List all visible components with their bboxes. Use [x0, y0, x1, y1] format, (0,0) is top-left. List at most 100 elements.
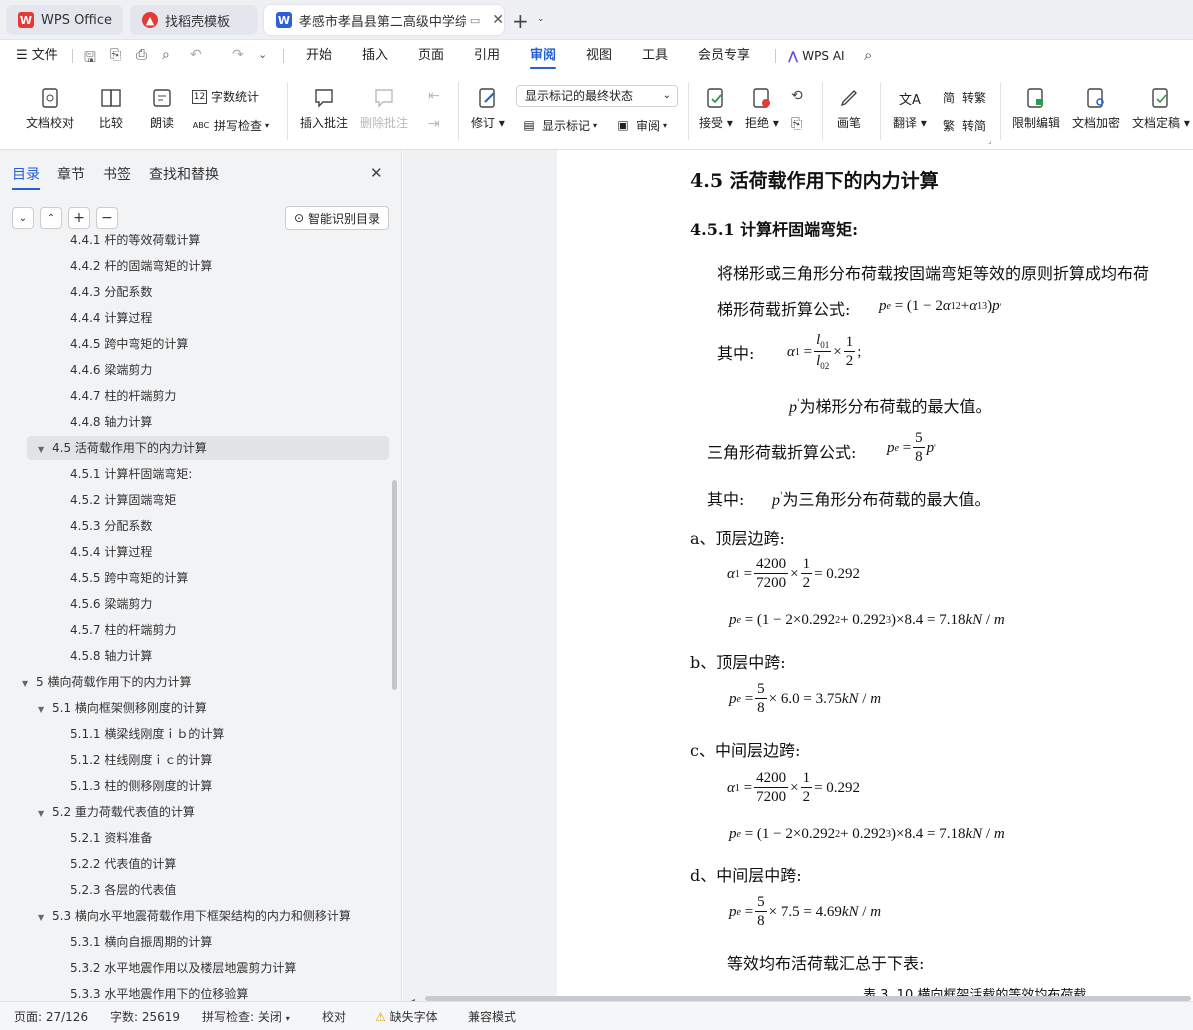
- translate-button[interactable]: 文A 翻译 ▾: [893, 86, 927, 131]
- toc-scrollbar[interactable]: [392, 480, 397, 690]
- tab-docer-templates[interactable]: ▲ 找稻壳模板: [130, 5, 258, 35]
- menu-home[interactable]: 开始: [306, 40, 332, 72]
- smart-toc-button[interactable]: ⊙ 智能识别目录: [285, 206, 389, 230]
- toc-item[interactable]: ▼ 5.1 横向框架侧移刚度的计算: [38, 696, 207, 720]
- menu-tools[interactable]: 工具: [642, 40, 668, 72]
- collapse-level-button[interactable]: ⌄: [12, 207, 34, 229]
- toc-item[interactable]: ▼ 5.2 重力荷载代表值的计算: [38, 800, 195, 824]
- show-markup-button[interactable]: ▤ 显示标记 ▾: [520, 116, 597, 134]
- previous-change-icon[interactable]: ⟲: [791, 88, 803, 104]
- delete-comment-button[interactable]: 删除批注: [360, 86, 408, 131]
- previous-comment-icon[interactable]: ⇤: [428, 88, 440, 104]
- compare-button[interactable]: 比较: [99, 86, 123, 131]
- next-change-icon[interactable]: ⎘: [791, 116, 802, 132]
- undo-icon[interactable]: ↶: [190, 47, 202, 63]
- toc-item[interactable]: 4.4.4 计算过程: [70, 306, 152, 330]
- search-icon[interactable]: ⌕: [864, 46, 872, 64]
- toc-item[interactable]: 5.3.1 横向自振周期的计算: [70, 930, 212, 954]
- spell-check-status[interactable]: 拼写检查: 关闭 ▾: [202, 1008, 290, 1025]
- toc-item[interactable]: 4.4.8 轴力计算: [70, 410, 152, 434]
- toc-item[interactable]: 5.1.1 横梁线刚度ｉｂ的计算: [70, 722, 224, 746]
- word-count-indicator[interactable]: 字数: 25619: [110, 1008, 180, 1025]
- toc-item[interactable]: 4.4.1 杆的等效荷载计算: [70, 234, 200, 252]
- markup-display-select[interactable]: 显示标记的最终状态 ⌄: [516, 85, 678, 107]
- menu-view[interactable]: 视图: [586, 40, 612, 72]
- tab-wps-office[interactable]: W WPS Office: [6, 5, 123, 35]
- expand-triangle-icon[interactable]: ▼: [38, 906, 52, 930]
- restrict-editing-button[interactable]: 限制编辑: [1012, 86, 1060, 131]
- word-count-button[interactable]: 12 字数统计: [192, 88, 259, 105]
- proofread-button[interactable]: 文档校对: [26, 86, 74, 131]
- toc-item[interactable]: ▼ 5.3 横向水平地震荷载作用下框架结构的内力和侧移计算: [38, 904, 351, 928]
- menu-page[interactable]: 页面: [418, 40, 444, 72]
- toc-item[interactable]: 5.2.3 各层的代表值: [70, 878, 176, 902]
- add-heading-button[interactable]: +: [68, 207, 90, 229]
- spell-check-button[interactable]: ABC 拼写检查 ▾: [192, 116, 269, 134]
- toc-item[interactable]: 4.5.1 计算杆固端弯矩:: [70, 462, 192, 486]
- toc-item[interactable]: 5.3.3 水平地震作用下的位移验算: [70, 982, 248, 1001]
- track-changes-button[interactable]: 修订 ▾: [471, 86, 505, 131]
- tab-bookmarks[interactable]: 书签: [103, 164, 131, 184]
- toc-item[interactable]: 4.4.7 柱的杆端剪力: [70, 384, 176, 408]
- toc-item[interactable]: 4.4.6 梁端剪力: [70, 358, 152, 382]
- finalize-document-button[interactable]: 文档定稿 ▾: [1132, 86, 1190, 131]
- toc-item[interactable]: 4.5.3 分配系数: [70, 514, 152, 538]
- menu-review[interactable]: 审阅: [530, 40, 557, 72]
- toc-item[interactable]: ▼ 5 横向荷载作用下的内力计算: [22, 670, 191, 694]
- export-icon[interactable]: ⎘: [110, 47, 121, 63]
- reject-button[interactable]: 拒绝 ▾: [745, 86, 779, 131]
- toc-item[interactable]: 5.1.2 柱线刚度ｉｃ的计算: [70, 748, 212, 772]
- to-simplified-button[interactable]: 繁转简: [940, 116, 986, 134]
- remove-heading-button[interactable]: −: [96, 207, 118, 229]
- toc-item[interactable]: 5.2.2 代表值的计算: [70, 852, 176, 876]
- close-pane-icon[interactable]: ✕: [370, 164, 383, 182]
- tab-current-document[interactable]: W 孝感市孝昌县第二高级中学综 ▭ ✕: [264, 5, 504, 35]
- toc-item[interactable]: 4.4.2 杆的固端弯矩的计算: [70, 254, 212, 278]
- next-comment-icon[interactable]: ⇥: [428, 116, 440, 132]
- save-icon[interactable]: 🖫: [84, 47, 96, 71]
- toc-item[interactable]: 4.5.8 轴力计算: [70, 644, 152, 668]
- toc-item[interactable]: 4.5.7 柱的杆端剪力: [70, 618, 176, 642]
- accept-button[interactable]: 接受 ▾: [699, 86, 733, 131]
- toc-item[interactable]: 5.1.3 柱的侧移刚度的计算: [70, 774, 212, 798]
- expand-triangle-icon[interactable]: ▼: [22, 672, 36, 696]
- insert-comment-button[interactable]: 插入批注: [300, 86, 348, 131]
- toc-item[interactable]: 4.5.4 计算过程: [70, 540, 152, 564]
- encrypt-document-button[interactable]: 文档加密: [1072, 86, 1120, 131]
- file-menu[interactable]: ☰ 文件: [16, 40, 58, 72]
- missing-font-status[interactable]: ⚠ 缺失字体: [375, 1008, 438, 1025]
- menu-member[interactable]: 会员专享: [698, 40, 750, 72]
- page-indicator[interactable]: 页面: 27/126: [14, 1008, 88, 1025]
- chevron-down-icon[interactable]: ⌄: [537, 14, 545, 24]
- toc-item[interactable]: ▼ 4.5 活荷载作用下的内力计算: [27, 436, 389, 460]
- tab-find-replace[interactable]: 查找和替换: [149, 164, 219, 184]
- pen-button[interactable]: 画笔: [837, 86, 861, 131]
- to-traditional-button[interactable]: 简转繁: [940, 88, 986, 106]
- proof-status[interactable]: 校对: [322, 1008, 346, 1025]
- document-page[interactable]: 4.5 活荷载作用下的内力计算 4.5.1 计算杆固端弯矩: 将梯形或三角形分布…: [557, 150, 1193, 1001]
- print-icon[interactable]: ⎙: [136, 47, 147, 63]
- toc-item[interactable]: 5.2.1 资料准备: [70, 826, 152, 850]
- redo-icon[interactable]: ↷: [232, 47, 244, 63]
- menu-references[interactable]: 引用: [474, 40, 500, 72]
- toc-item[interactable]: 4.4.5 跨中弯矩的计算: [70, 332, 188, 356]
- tab-sections[interactable]: 章节: [57, 164, 85, 184]
- print-preview-icon[interactable]: ⌕: [162, 47, 170, 63]
- quick-access-more-icon[interactable]: ⌄: [258, 48, 267, 61]
- new-tab-icon[interactable]: +: [512, 9, 529, 33]
- menu-insert[interactable]: 插入: [362, 40, 388, 72]
- toc-item[interactable]: 5.3.2 水平地震作用以及楼层地震剪力计算: [70, 956, 296, 980]
- review-pane-button[interactable]: ▣ 审阅 ▾: [614, 116, 667, 134]
- read-aloud-button[interactable]: 朗读: [150, 86, 174, 131]
- expand-level-button[interactable]: ⌃: [40, 207, 62, 229]
- toc-item[interactable]: 4.5.2 计算固端弯矩: [70, 488, 176, 512]
- close-tab-icon[interactable]: ✕: [492, 12, 504, 28]
- toc-item[interactable]: 4.4.3 分配系数: [70, 280, 152, 304]
- toc-item[interactable]: 4.5.5 跨中弯矩的计算: [70, 566, 188, 590]
- tab-toc[interactable]: 目录: [12, 164, 40, 190]
- toc-item[interactable]: 4.5.6 梁端剪力: [70, 592, 152, 616]
- expand-group-icon[interactable]: ⌟: [988, 136, 992, 145]
- expand-triangle-icon[interactable]: ▼: [38, 438, 52, 462]
- wps-ai-button[interactable]: ⋀ WPS AI: [788, 40, 845, 72]
- expand-triangle-icon[interactable]: ▼: [38, 698, 52, 722]
